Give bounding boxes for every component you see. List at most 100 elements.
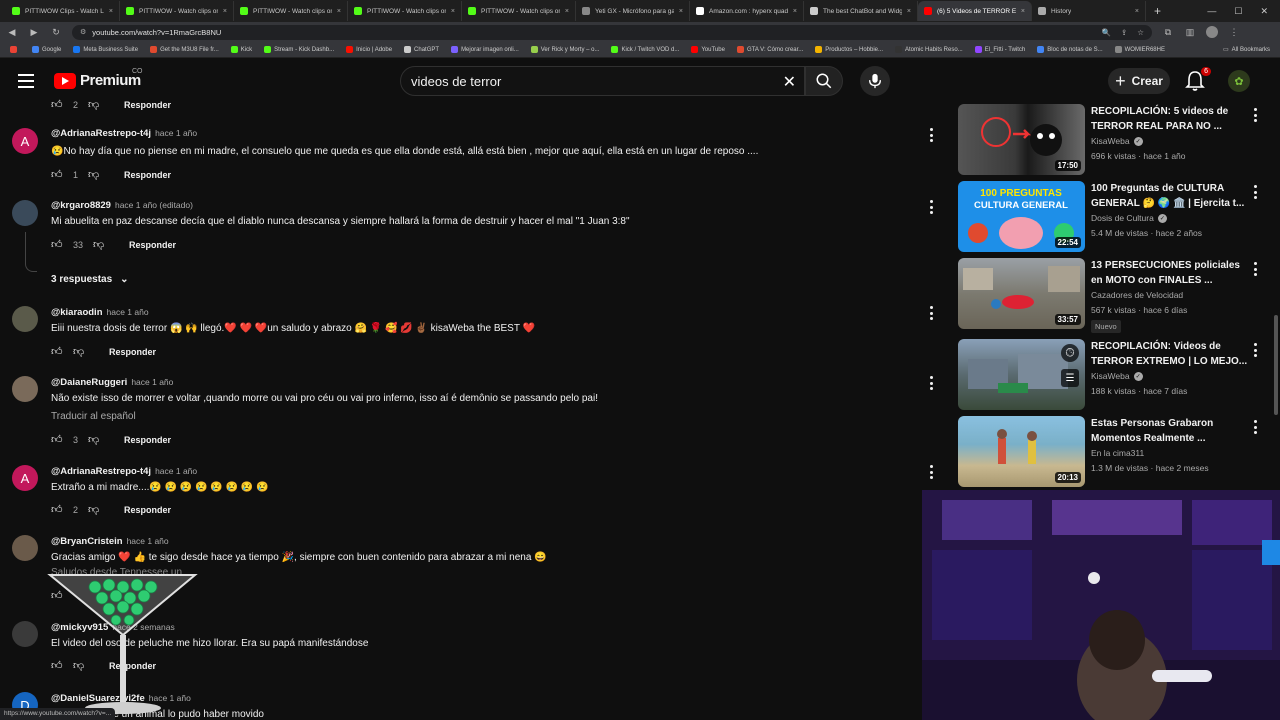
like-icon[interactable]: 👍︎: [51, 504, 63, 516]
bookmark-star-icon[interactable]: ☆: [1137, 28, 1144, 37]
comment-options-icon[interactable]: [928, 306, 934, 320]
extensions-icon[interactable]: ⧉: [1162, 27, 1174, 38]
browser-tab[interactable]: Amazon.com : hyperx quadca ×: [690, 1, 804, 21]
profile-avatar[interactable]: [1206, 26, 1218, 38]
search-input[interactable]: videos de terror ✕: [400, 66, 805, 96]
video-options-icon[interactable]: [1252, 343, 1258, 357]
video-options-icon[interactable]: [1252, 262, 1258, 276]
dislike-icon[interactable]: 👎︎: [73, 346, 85, 358]
minimize-icon[interactable]: —: [1207, 6, 1216, 17]
video-thumbnail[interactable]: 🕒︎ ☰: [958, 339, 1085, 410]
browser-tab[interactable]: PITTIWOW - Watch clips on K ×: [462, 1, 576, 21]
comment-author[interactable]: @BryanCristein hace 1 año: [51, 536, 169, 547]
voice-search-button[interactable]: [860, 66, 890, 96]
bookmark-item[interactable]: WOMIER68HE: [1114, 46, 1165, 53]
avatar[interactable]: [12, 200, 38, 226]
video-card[interactable]: 33:57 13 PERSECUCIONES policiales en MOT…: [958, 258, 1268, 333]
reply-button[interactable]: Responder: [109, 661, 156, 671]
close-tab-icon[interactable]: ×: [109, 8, 113, 15]
close-tab-icon[interactable]: ×: [565, 8, 569, 15]
close-tab-icon[interactable]: ×: [793, 8, 797, 15]
reply-button[interactable]: Responder: [124, 100, 171, 110]
video-card[interactable]: 17:50 RECOPILACIÓN: 5 videos de TERROR R…: [958, 104, 1268, 176]
browser-tab[interactable]: PITTIWOW - Watch clips on K ×: [234, 1, 348, 21]
browser-tab[interactable]: (6) 5 Videos de TERROR EXTR ×: [918, 1, 1032, 21]
share-icon[interactable]: ⇪: [1121, 28, 1127, 37]
close-tab-icon[interactable]: ×: [1135, 8, 1139, 15]
menu-icon[interactable]: ⋮: [1228, 27, 1240, 38]
close-tab-icon[interactable]: ×: [679, 8, 683, 15]
comment-options-icon[interactable]: [928, 200, 934, 214]
bookmark-item[interactable]: ChatGPT: [404, 46, 439, 53]
view-replies-button[interactable]: 3 respuestas ⌄: [51, 274, 129, 285]
browser-tab[interactable]: Yeti GX - Micrófono para gam ×: [576, 1, 690, 21]
forward-icon[interactable]: ▶: [28, 27, 40, 38]
video-channel[interactable]: Cazadores de Velocidad: [1091, 290, 1183, 300]
dislike-icon[interactable]: 👎︎: [93, 239, 105, 251]
bookmark-item[interactable]: GTA V: Cómo crear...: [736, 46, 803, 53]
bookmark-item[interactable]: [10, 46, 20, 53]
video-thumbnail[interactable]: 100 PREGUNTAS CULTURA GENERAL 22:54: [958, 181, 1085, 252]
clear-search-icon[interactable]: ✕: [783, 72, 796, 92]
bookmark-item[interactable]: Inicio | Adobe: [346, 46, 392, 53]
close-tab-icon[interactable]: ×: [337, 8, 341, 15]
reply-button[interactable]: Responder: [109, 347, 156, 357]
zoom-icon[interactable]: 🔍: [1102, 28, 1111, 37]
comment-author[interactable]: @DanielSuarez-vi2fe hace 1 año: [51, 693, 191, 704]
avatar[interactable]: [12, 621, 38, 647]
video-title[interactable]: RECOPILACIÓN: 5 videos de TERROR REAL PA…: [1091, 104, 1249, 134]
reload-icon[interactable]: ↻: [50, 27, 62, 38]
bookmark-item[interactable]: YouTube: [691, 46, 725, 53]
comment-options-icon[interactable]: [928, 128, 934, 142]
menu-hamburger-icon[interactable]: [18, 74, 34, 88]
search-button[interactable]: [805, 66, 843, 96]
video-card[interactable]: 20:13 Estas Personas Grabaron Momentos R…: [958, 416, 1268, 488]
comment-options-icon[interactable]: [928, 465, 934, 479]
reply-button[interactable]: Responder: [124, 505, 171, 515]
video-title[interactable]: RECOPILACIÓN: Videos de TERROR EXTREMO |…: [1091, 339, 1249, 369]
close-tab-icon[interactable]: ×: [1021, 8, 1025, 15]
video-options-icon[interactable]: [1252, 420, 1258, 434]
close-tab-icon[interactable]: ×: [907, 8, 911, 15]
bookmark-item[interactable]: Productos – Hobbie...: [815, 46, 883, 53]
video-card[interactable]: 100 PREGUNTAS CULTURA GENERAL 22:54 100 P…: [958, 181, 1268, 253]
new-tab-button[interactable]: +: [1146, 4, 1169, 18]
comment-author[interactable]: @DaianeRuggeri hace 1 año: [51, 377, 173, 388]
youtube-premium-logo[interactable]: Premium CO: [54, 68, 143, 89]
bookmark-item[interactable]: Kick / Twitch VOD d...: [611, 46, 679, 53]
video-card[interactable]: 🕒︎ ☰ RECOPILACIÓN: Videos de TERROR EXTR…: [958, 339, 1268, 411]
browser-tab[interactable]: PITTIWOW Clips - Watch Live ×: [6, 1, 120, 21]
video-thumbnail[interactable]: 20:13: [958, 416, 1085, 487]
reply-button[interactable]: Responder: [129, 240, 176, 250]
maximize-icon[interactable]: ☐: [1234, 6, 1242, 17]
like-icon[interactable]: 👍︎: [51, 434, 63, 446]
comment-author[interactable]: @mickyv915 hace 2 semanas: [51, 622, 175, 633]
notifications-button[interactable]: 6: [1185, 67, 1211, 92]
close-tab-icon[interactable]: ×: [223, 8, 227, 15]
browser-tab[interactable]: PITTIWOW - Watch clips on K ×: [348, 1, 462, 21]
like-icon[interactable]: 👍︎: [51, 99, 63, 111]
url-field[interactable]: ⚙ youtube.com/watch?v=1RmaGrcB8NU 🔍 ⇪ ☆: [72, 24, 1152, 40]
bookmark-item[interactable]: El_Fitti - Twitch: [974, 46, 1025, 53]
comment-author[interactable]: @kiaraodin hace 1 año: [51, 307, 149, 318]
bookmark-item[interactable]: Get the M3U8 File fr...: [150, 46, 219, 53]
dislike-icon[interactable]: 👎︎: [73, 660, 85, 672]
close-window-icon[interactable]: ✕: [1260, 6, 1268, 17]
video-channel[interactable]: KisaWeba ✓: [1091, 371, 1143, 381]
bookmark-item[interactable]: Google: [32, 46, 61, 53]
video-thumbnail[interactable]: 33:57: [958, 258, 1085, 329]
comment-author[interactable]: @AdrianaRestrepo-t4j hace 1 año: [51, 466, 197, 477]
video-options-icon[interactable]: [1252, 185, 1258, 199]
like-icon[interactable]: 👍︎: [51, 346, 63, 358]
like-icon[interactable]: 👍︎: [51, 660, 63, 672]
bookmark-item[interactable]: Mejorar imagen onli...: [451, 46, 519, 53]
translate-link[interactable]: Traducir al español: [51, 411, 136, 422]
close-tab-icon[interactable]: ×: [451, 8, 455, 15]
site-info-icon[interactable]: ⚙: [80, 28, 86, 36]
dislike-icon[interactable]: 👎︎: [88, 434, 100, 446]
sidepanel-icon[interactable]: ▥: [1184, 27, 1196, 38]
bookmark-item[interactable]: Atomic Habits Reso...: [895, 46, 963, 53]
reply-button[interactable]: Responder: [124, 435, 171, 445]
account-avatar[interactable]: ✿: [1228, 70, 1250, 92]
page-scrollbar[interactable]: [1274, 100, 1278, 490]
